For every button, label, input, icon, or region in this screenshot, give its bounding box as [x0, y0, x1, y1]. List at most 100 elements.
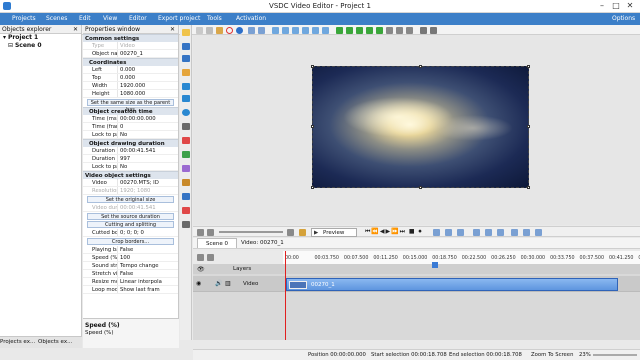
preview-button[interactable]: ▶ Preview: [311, 228, 357, 237]
resize-handle-br[interactable]: [527, 186, 530, 189]
video-tool-icon[interactable]: [182, 43, 190, 50]
prop-row-width[interactable]: Width 1920.000: [83, 82, 178, 90]
prop-row-lock-parent[interactable]: Lock to parerNo: [83, 131, 178, 139]
volume-icon[interactable]: [497, 229, 504, 236]
tab-objects-explorer[interactable]: Objects ex...: [38, 339, 72, 345]
prop-row-time-ms[interactable]: Time (ms) 00:00:00.000: [83, 115, 178, 123]
trim-icon[interactable]: [485, 229, 492, 236]
menu-options[interactable]: Options: [612, 15, 635, 22]
selection-marker[interactable]: [432, 262, 438, 268]
minimize-button[interactable]: –: [596, 1, 608, 11]
menu-activation[interactable]: Activation: [236, 15, 266, 22]
music-tool-icon[interactable]: [182, 207, 190, 214]
copy-icon[interactable]: [206, 27, 213, 34]
tab-projects-explorer[interactable]: Projects ex...: [0, 339, 35, 345]
pin-icon[interactable]: ✕: [73, 25, 78, 34]
group-icon[interactable]: [386, 27, 393, 34]
resize-handle-b[interactable]: [419, 186, 422, 189]
align-bottom-icon[interactable]: [322, 27, 329, 34]
prop-row-playing-backwards[interactable]: Playing backwarFalse: [83, 246, 178, 254]
resize-handle-bl[interactable]: [311, 186, 314, 189]
record-icon[interactable]: [299, 229, 306, 236]
menu-export-project[interactable]: Export project: [158, 15, 200, 22]
ungroup-icon[interactable]: [396, 27, 403, 34]
resize-handle-l[interactable]: [311, 125, 314, 128]
cancel-icon[interactable]: [226, 27, 233, 34]
prop-row-sound-stretching[interactable]: Sound stretchinTempo change: [83, 262, 178, 270]
tree-item-scene[interactable]: ⊟ Scene 0: [3, 42, 81, 50]
align-top-icon[interactable]: [302, 27, 309, 34]
pen-tool-icon[interactable]: [182, 69, 190, 76]
crop-icon[interactable]: [420, 27, 427, 34]
prop-row-left[interactable]: Left 0.000: [83, 66, 178, 74]
prop-row-time-frame[interactable]: Time (frame)0: [83, 123, 178, 131]
cut-icon[interactable]: [473, 229, 480, 236]
settings-icon[interactable]: [523, 229, 530, 236]
prop-row-duration-lock[interactable]: Lock to parerNo: [83, 163, 178, 171]
prop-row-object-name[interactable]: Object name00270_1: [83, 50, 178, 58]
resize-handle-tl[interactable]: [311, 65, 314, 68]
move-up-icon[interactable]: [336, 27, 343, 34]
prop-row-stretch-video[interactable]: Stretch videoFalse: [83, 270, 178, 278]
image-tool-icon[interactable]: [182, 55, 190, 62]
crop-borders-button[interactable]: Crop borders...: [87, 238, 174, 245]
chart-tool-icon[interactable]: [182, 137, 190, 144]
maximize-button[interactable]: □: [610, 1, 622, 11]
section-video-settings[interactable]: Video object settings: [83, 171, 178, 179]
ellipse-tool-icon[interactable]: [182, 109, 190, 116]
visibility-icon[interactable]: ◉: [196, 280, 201, 287]
eye-icon[interactable]: 👁: [197, 266, 205, 273]
fit-icon[interactable]: [287, 229, 294, 236]
menu-edit[interactable]: Edit: [79, 15, 91, 22]
video-clip[interactable]: 00270_1: [286, 278, 618, 291]
expand-icon[interactable]: ▾: [3, 34, 6, 41]
arrow-left-icon[interactable]: [376, 27, 383, 34]
split-icon[interactable]: [433, 229, 440, 236]
section-drawing-duration[interactable]: Object drawing duration: [83, 139, 178, 147]
undo-history-icon[interactable]: [207, 229, 214, 236]
set-original-size-button[interactable]: Set the original size: [87, 196, 174, 203]
close-button[interactable]: ✕: [624, 1, 636, 11]
paste-icon[interactable]: [216, 27, 223, 34]
resize-handle-r[interactable]: [527, 125, 530, 128]
pointer-tool-icon[interactable]: [182, 29, 190, 36]
prop-row-speed[interactable]: Speed (%) 100: [83, 254, 178, 262]
align-center-icon[interactable]: [282, 27, 289, 34]
prop-row-resize-mode[interactable]: Resize modeLinear interpola: [83, 278, 178, 286]
export-icon[interactable]: [535, 229, 542, 236]
prop-row-type[interactable]: Type Video: [83, 42, 178, 50]
bring-front-icon[interactable]: [356, 27, 363, 34]
align-icon[interactable]: [272, 27, 279, 34]
subtitle-tool-icon[interactable]: [182, 193, 190, 200]
animation-tool-icon[interactable]: [182, 179, 190, 186]
prop-row-top[interactable]: Top 0.000: [83, 74, 178, 82]
prop-row-resolution[interactable]: Resolution 1920; 1080: [83, 187, 178, 195]
section-common-settings[interactable]: Common settings: [83, 34, 178, 42]
align-middle-icon[interactable]: [312, 27, 319, 34]
zoom-slider-status[interactable]: [593, 354, 637, 356]
audio-icon[interactable]: 🔊: [215, 280, 222, 287]
transport-controls[interactable]: ⏮⏪◀▶⏩⏭ ■ ⏺: [365, 228, 422, 236]
tab-video-object[interactable]: Video: 00270_1: [239, 238, 284, 248]
marker-icon[interactable]: [445, 229, 452, 236]
section-coordinates[interactable]: Coordinates: [83, 58, 178, 66]
prop-row-duration-ms[interactable]: Duration (ms)00:00:41.541: [83, 147, 178, 155]
menu-editor[interactable]: Editor: [129, 15, 147, 22]
circle-icon[interactable]: [236, 27, 243, 34]
track-settings-icon[interactable]: [207, 254, 214, 261]
prop-row-loop-mode[interactable]: Loop modeShow last fram: [83, 286, 178, 294]
cutting-splitting-button[interactable]: Cutting and splitting: [87, 221, 174, 228]
prop-row-cutted-borders[interactable]: Cutted borders0; 0; 0; 0: [83, 229, 178, 237]
snap-icon[interactable]: [457, 229, 464, 236]
rectangle-tool-icon[interactable]: [182, 95, 190, 102]
video-preview[interactable]: [311, 65, 530, 189]
scissors-icon[interactable]: [430, 27, 437, 34]
redo-icon[interactable]: [258, 27, 265, 34]
undo-icon[interactable]: [248, 27, 255, 34]
sprite-tool-icon[interactable]: [182, 165, 190, 172]
align-right-icon[interactable]: [292, 27, 299, 34]
set-source-duration-button[interactable]: Set the source duration: [87, 213, 174, 220]
audio-tool-icon[interactable]: [182, 221, 190, 228]
effect-tool-icon[interactable]: [182, 151, 190, 158]
playhead-cursor[interactable]: [285, 251, 286, 340]
